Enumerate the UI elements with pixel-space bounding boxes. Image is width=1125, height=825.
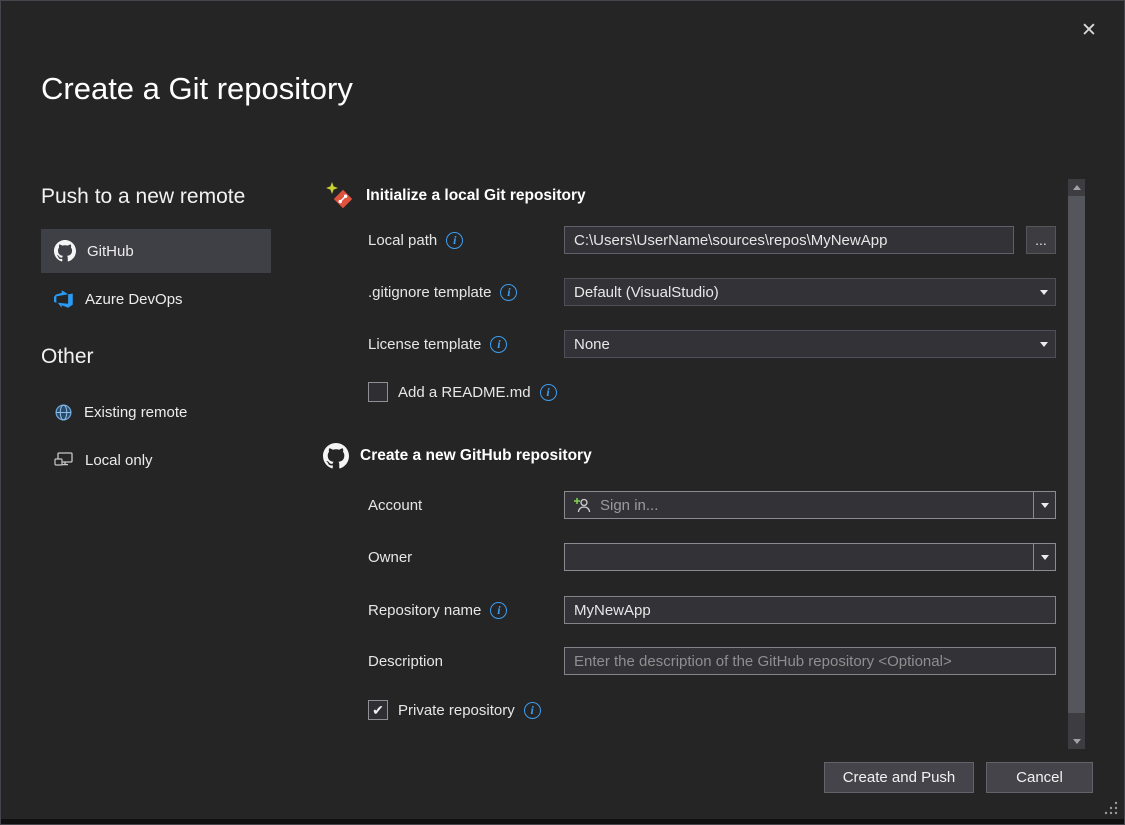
sign-in-person-icon	[574, 497, 592, 513]
sidebar-item-azure-devops[interactable]: Azure DevOps	[41, 277, 271, 321]
github-section-title: Create a new GitHub repository	[360, 447, 592, 465]
sidebar-item-label: Existing remote	[84, 404, 187, 421]
sidebar-item-local-only[interactable]: Local only	[41, 439, 271, 481]
create-git-repo-dialog: Create a Git repository ✕ Push to a new …	[0, 0, 1125, 825]
close-button[interactable]: ✕	[1072, 15, 1106, 45]
gitignore-selected-value: Default (VisualStudio)	[565, 284, 1033, 301]
license-selected-value: None	[565, 336, 1033, 353]
private-repo-row: ✔ Private repository i	[368, 697, 1056, 723]
owner-row: Owner	[368, 542, 1056, 572]
close-icon: ✕	[1081, 19, 1097, 42]
repository-name-input[interactable]	[564, 596, 1056, 624]
sidebar-item-existing-remote[interactable]: Existing remote	[41, 391, 271, 433]
chevron-down-icon[interactable]	[1033, 544, 1055, 570]
readme-row: Add a README.md i	[368, 379, 1056, 405]
local-path-row: Local path i ...	[368, 225, 1056, 255]
description-input[interactable]	[564, 647, 1056, 675]
readme-label: Add a README.md	[398, 384, 531, 401]
github-icon	[323, 443, 349, 469]
license-row: License template i None	[368, 329, 1056, 359]
azure-devops-icon	[54, 289, 74, 309]
account-label: Account	[368, 497, 422, 514]
git-init-icon	[325, 181, 355, 211]
sidebar-item-label: Local only	[85, 452, 153, 469]
gitignore-label: .gitignore template	[368, 284, 491, 301]
monitor-icon	[54, 451, 74, 469]
resize-grip[interactable]	[1103, 800, 1119, 816]
gitignore-dropdown[interactable]: Default (VisualStudio)	[564, 278, 1056, 306]
local-path-input[interactable]	[564, 226, 1014, 254]
browse-button[interactable]: ...	[1026, 226, 1056, 254]
account-dropdown[interactable]: Sign in...	[564, 491, 1056, 519]
private-repo-checkbox[interactable]: ✔	[368, 700, 388, 720]
chevron-down-icon	[1033, 331, 1055, 357]
init-section-title: Initialize a local Git repository	[366, 187, 586, 205]
info-icon[interactable]: i	[500, 284, 517, 301]
window-bottom-edge	[1, 819, 1124, 824]
create-and-push-button[interactable]: Create and Push	[824, 762, 974, 793]
repository-name-row: Repository name i	[368, 595, 1056, 625]
description-label: Description	[368, 653, 443, 670]
push-to-remote-heading: Push to a new remote	[41, 185, 245, 209]
info-icon[interactable]: i	[540, 384, 557, 401]
description-row: Description	[368, 646, 1056, 676]
sidebar-item-label: GitHub	[87, 243, 134, 260]
sidebar-item-label: Azure DevOps	[85, 291, 183, 308]
scrollbar-thumb[interactable]	[1068, 196, 1085, 713]
account-value: Sign in...	[600, 497, 658, 514]
chevron-down-icon	[1033, 279, 1055, 305]
license-dropdown[interactable]: None	[564, 330, 1056, 358]
gitignore-row: .gitignore template i Default (VisualStu…	[368, 277, 1056, 307]
chevron-down-icon[interactable]	[1033, 492, 1055, 518]
cancel-button[interactable]: Cancel	[986, 762, 1093, 793]
vertical-scrollbar[interactable]	[1068, 179, 1085, 749]
info-icon[interactable]: i	[524, 702, 541, 719]
scroll-down-icon[interactable]	[1068, 733, 1085, 749]
scroll-up-icon[interactable]	[1068, 179, 1085, 195]
info-icon[interactable]: i	[490, 602, 507, 619]
page-title: Create a Git repository	[41, 71, 353, 107]
private-repo-label: Private repository	[398, 702, 515, 719]
check-icon: ✔	[372, 703, 384, 717]
github-icon	[54, 240, 76, 262]
github-section-header: Create a new GitHub repository	[323, 443, 592, 469]
globe-icon	[54, 403, 73, 422]
other-heading: Other	[41, 345, 94, 369]
owner-label: Owner	[368, 549, 412, 566]
license-label: License template	[368, 336, 481, 353]
account-row: Account Sign in...	[368, 490, 1056, 520]
repository-name-label: Repository name	[368, 602, 481, 619]
init-section-header: Initialize a local Git repository	[325, 181, 586, 211]
info-icon[interactable]: i	[490, 336, 507, 353]
local-path-label: Local path	[368, 232, 437, 249]
info-icon[interactable]: i	[446, 232, 463, 249]
readme-checkbox[interactable]	[368, 382, 388, 402]
sidebar-item-github[interactable]: GitHub	[41, 229, 271, 273]
owner-dropdown[interactable]	[564, 543, 1056, 571]
